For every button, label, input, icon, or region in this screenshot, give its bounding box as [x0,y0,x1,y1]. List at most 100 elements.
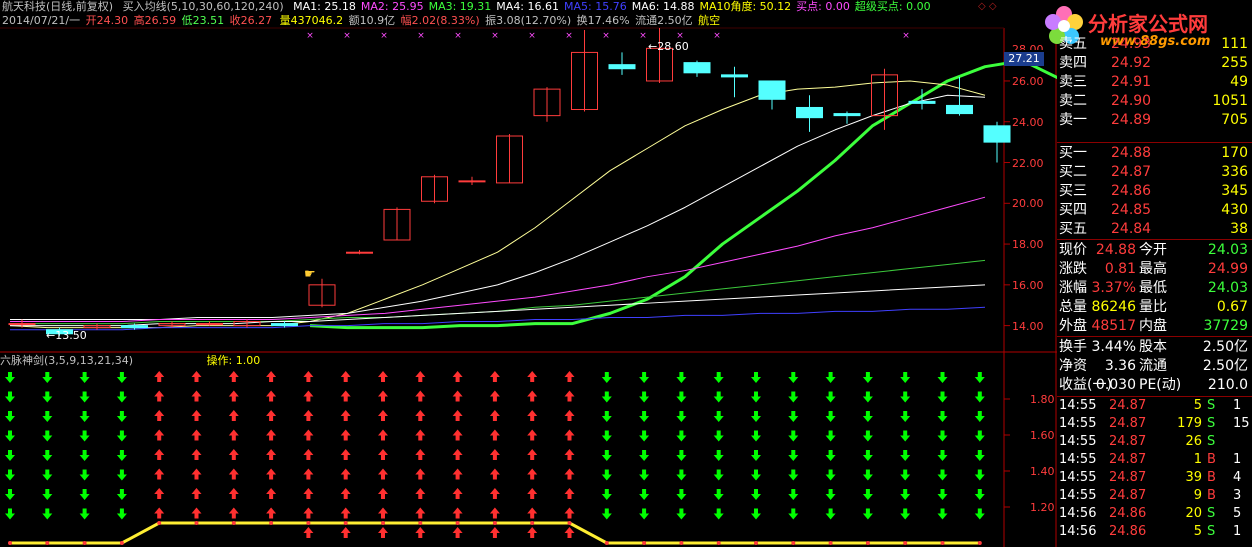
signal-x-mark: × [602,31,610,41]
arrow-up-icon [378,507,388,519]
arrow-down-icon [788,469,799,481]
tick-row[interactable]: 14:55 24.87 9 B 3 [1057,487,1252,505]
arrow-up-icon [228,371,239,382]
tick-row[interactable]: 14:56 24.86 20 S 5 [1057,505,1252,523]
arrow-down-icon [937,508,948,520]
signal-x-mark: × [902,31,910,41]
stat-label: 内盘 [1139,318,1167,334]
tick-row[interactable]: 14:55 24.87 1 B 1 [1057,451,1252,469]
arrow-down-icon [601,508,612,520]
stat-row[interactable]: 涨跌 0.81 最高 24.99 [1057,260,1252,279]
arrow-up-icon [452,429,463,441]
ask-label: 卖三 [1059,74,1087,90]
stat-row[interactable]: 总量 86246 量比 0.67 [1057,298,1252,317]
arrow-up-icon [303,371,314,382]
arrow-up-icon [154,371,165,382]
arrow-down-icon [862,508,873,520]
arrow-left-icon: ← [46,329,56,342]
tick-row[interactable]: 14:55 24.87 5 S 1 [1057,397,1252,415]
arrow-down-icon [713,391,724,403]
bid-row[interactable]: 买一 24.88 170 [1057,144,1252,163]
ma-line-4 [10,196,986,323]
ask-row[interactable]: 卖一 24.89 705 [1057,111,1252,130]
ask-volume: 705 [1221,112,1248,128]
arrow-down-icon [751,430,761,442]
kline-chart[interactable]: × × × × × × × × × × × × × [0,0,1057,547]
signal-dot [828,541,833,545]
ask-row[interactable]: 卖二 24.90 1051 [1057,92,1252,111]
bid-volume: 170 [1221,145,1248,161]
stat-row[interactable]: 收益(一) 0.030 PE(动) 210.0 [1057,376,1252,395]
arrow-down-icon [862,391,873,403]
signal-x-mark: × [565,31,573,41]
stock-chart-app: 航天科技(日线,前复权) 买入均线(5,10,30,60,120,240) MA… [0,0,1252,547]
signal-x-mark: × [454,31,462,41]
arrow-down-icon [713,508,724,520]
tick-row[interactable]: 14:56 24.86 5 S 1 [1057,523,1252,541]
arrow-down-icon [974,489,985,500]
arrow-down-icon [825,372,836,383]
arrow-down-icon [751,411,761,422]
arrow-down-icon [937,411,948,422]
bid-row[interactable]: 买三 24.86 345 [1057,182,1252,201]
tick-time: 14:55 [1059,416,1097,431]
tick-row[interactable]: 14:55 24.87 179 S 15 [1057,415,1252,433]
indicator-header: 六脉神剑(3,5,9,13,21,34) 操作: 1.00 [0,354,266,368]
tick-price: 24.87 [1109,488,1147,503]
arrow-down-icon [42,411,53,422]
tick-side: B [1207,470,1216,485]
candle-body [458,180,486,183]
bid-row[interactable]: 买二 24.87 336 [1057,163,1252,182]
bid-label: 买二 [1059,164,1087,180]
ask-label: 卖二 [1059,93,1087,109]
arrow-up-icon [564,410,575,421]
bid-row[interactable]: 买四 24.85 430 [1057,201,1252,220]
indicator-title[interactable]: 六脉神剑(3,5,9,13,21,34) [0,354,133,367]
tick-side: S [1207,416,1216,431]
signal-x-mark: × [306,31,314,41]
tick-row[interactable]: 14:55 24.87 39 B 4 [1057,469,1252,487]
bid-row[interactable]: 买五 24.84 38 [1057,220,1252,239]
signal-dot [567,521,572,525]
candle-body [908,100,936,104]
arrow-down-icon [601,430,612,442]
stat-row[interactable]: 涨幅 3.37% 最低 24.03 [1057,279,1252,298]
stat-row[interactable]: 净资 3.36 流通 2.50亿 [1057,357,1252,376]
stat-label: 涨幅 [1059,280,1087,296]
stat-value: 86246 [1091,299,1136,315]
arrow-up-icon [415,371,426,382]
arrow-down-icon [79,450,90,461]
tick-row[interactable]: 14:55 24.87 26 S [1057,433,1252,451]
stat-label: 最高 [1139,261,1167,277]
arrow-down-icon [601,489,612,500]
arrow-down-icon [788,450,799,461]
stat-row[interactable]: 换手 3.44% 股本 2.50亿 [1057,338,1252,357]
arrow-down-icon [42,508,53,520]
arrow-up-icon [340,449,351,460]
ask-row[interactable]: 卖三 24.91 49 [1057,73,1252,92]
arrow-down-icon [937,372,948,383]
arrow-up-icon [191,468,202,480]
arrow-up-icon [191,429,202,441]
tick-time: 14:55 [1059,488,1097,503]
stat-row[interactable]: 现价 24.88 今开 24.03 [1057,241,1252,260]
arrow-up-icon [415,410,426,421]
arrow-down-icon [601,372,612,383]
stat-label: 换手 [1059,339,1087,355]
stat-row[interactable]: 外盘 48517 内盘 37729 [1057,317,1252,336]
arrow-up-icon [378,429,388,441]
tick-side: S [1207,524,1216,539]
ask-row[interactable]: 卖五 24.93 111 [1057,35,1252,54]
ask-row[interactable]: 卖四 24.92 255 [1057,54,1252,73]
arrow-up-icon [378,527,388,538]
arrow-down-icon [788,430,799,442]
tick-count: 1 [1233,452,1242,467]
ask-price: 24.93 [1111,36,1152,52]
signal-x-mark: × [491,31,499,41]
arrow-up-icon [154,468,165,480]
indicator-axis-label: 1.40 [1030,465,1055,478]
arrow-down-icon [676,430,687,442]
price-axis-label: 22.00 [1012,156,1044,170]
stat-value: 210.0 [1207,377,1248,393]
arrow-down-icon [937,489,948,500]
